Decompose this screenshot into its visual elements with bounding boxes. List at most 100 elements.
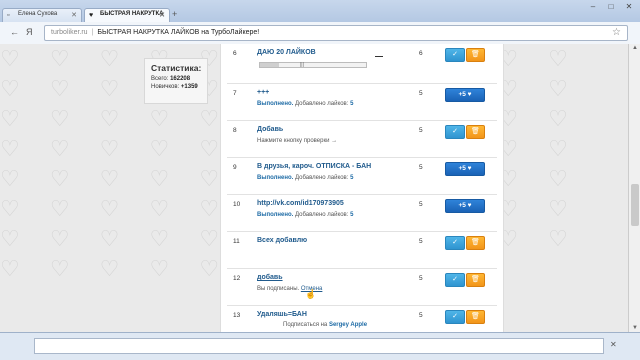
delete-button[interactable]: 🗑 [466,310,485,324]
task-title[interactable]: +++ [257,89,269,96]
task-number: 12 [233,275,241,282]
tab-turboliker[interactable]: ♥ БЫСТРАЯ НАКРУТКА ✕ [84,8,170,22]
toolbar: ← Я turboliker.ru | БЫСТРАЯ НАКРУТКА ЛАЙКО… [0,22,640,44]
hand-cursor-icon: ☝ [305,289,317,299]
delete-button[interactable]: 🗑 [466,273,485,287]
progress-grip-icon[interactable]: ||| [300,62,304,68]
task-number: 6 [233,50,237,57]
trash-icon: 🗑 [471,239,480,246]
task-count: 5 [419,164,423,171]
status-text: Выполнено. [257,212,294,218]
task-count: 5 [419,312,423,319]
check-button[interactable]: ✓ [445,48,465,62]
subscribe-name-link[interactable]: Sergey Apple [329,322,367,328]
window-controls: – □ ✕ [586,2,636,13]
check-button[interactable]: ✓ [445,125,465,139]
task-row: 13 Удаляшь=БАН Подписаться на Sergey App… [227,306,497,332]
star-icon[interactable]: ☆ [612,27,621,38]
check-icon: ✓ [452,128,458,135]
url-text: turboliker.ru [51,29,88,36]
added-value: 5 [350,175,354,181]
bottom-input[interactable] [34,338,604,354]
delete-button[interactable]: 🗑 [466,125,485,139]
close-window-button[interactable]: ✕ [622,2,636,13]
task-subscribe: Подписаться на Sergey Apple [283,322,367,328]
check-icon: ✓ [452,239,458,246]
task-row: 12 добавь Вы подписаны. Отмена ☝ 5 ✓ 🗑 [227,269,497,306]
heart-icon: ♥ [89,12,94,19]
trash-icon: 🗑 [471,51,480,58]
task-title[interactable]: В друзья, кароч. ОТПИСКА - БАН [257,163,371,170]
check-icon: ✓ [452,313,458,320]
subscribe-label: Подписаться на [283,322,328,328]
added-label: Добавлено лайков: [295,101,349,107]
task-number: 7 [233,90,237,97]
separator: | [91,29,94,36]
task-count: 5 [419,127,423,134]
task-title[interactable]: добавь [257,274,283,281]
task-count: 5 [419,238,423,245]
page-icon: ▫ [7,12,10,19]
like-button[interactable]: +5 ♥ [445,162,485,176]
task-number: 10 [233,201,241,208]
task-row: 11 Всех добавлю 5 ✓ 🗑 [227,232,497,269]
task-count: 5 [419,201,423,208]
scrollbar-thumb[interactable] [631,184,639,226]
task-row: 9 В друзья, кароч. ОТПИСКА - БАН Выполне… [227,158,497,195]
status-text: Выполнено. [257,175,294,181]
new-tab-button[interactable]: + [172,9,177,19]
stats-new-value: +1359 [180,84,198,90]
minimize-button[interactable]: – [586,2,600,13]
added-value: 5 [350,212,354,218]
check-icon: ✓ [452,51,458,58]
task-number: 9 [233,164,237,171]
close-icon[interactable]: ✕ [71,11,77,19]
task-status: Выполнено. Добавлено лайков: 5 [257,212,353,218]
tab-label: Елена Сухова [18,11,58,17]
page-viewport: ♡ ♡ ♡ ♡ ♡ ♡ ♡ ♡ ♡ ♡ ♡ ♡ ♡ ♡ ♡ ♡ ♡ ♡ ♡ ♡ … [0,44,628,332]
tab-label: БЫСТРАЯ НАКРУТКА [100,11,164,17]
stats-total-value: 162208 [170,76,191,82]
task-title[interactable]: Всех добавлю [257,237,307,244]
task-title[interactable]: Добавь [257,126,283,133]
yandex-icon[interactable]: Я [26,27,33,37]
stats-total-label: Всего: [151,76,169,82]
delete-button[interactable]: 🗑 [466,48,485,62]
added-label: Добавлено лайков: [295,175,349,181]
close-icon[interactable]: ✕ [159,11,165,19]
task-count: 5 [419,275,423,282]
trash-icon: 🗑 [471,276,480,283]
stats-new: Новичков: +1359 [151,83,201,91]
added-label: Добавлено лайков: [295,212,349,218]
task-title[interactable]: ДАЮ 20 ЛАЙКОВ [257,49,316,56]
address-bar[interactable]: turboliker.ru | БЫСТРАЯ НАКРУТКА ЛАЙКОВ на… [44,25,628,41]
maximize-button[interactable]: □ [604,2,618,13]
task-status: Выполнено. Добавлено лайков: 5 [257,175,353,181]
task-status: Выполнено. Добавлено лайков: 5 [257,101,353,107]
task-title[interactable]: Удаляшь=БАН [257,311,307,318]
browser-chrome: ▫ Елена Сухова ✕ ♥ БЫСТРАЯ НАКРУТКА ✕ + … [0,0,640,44]
bottom-bar: ✕ [0,332,640,360]
tab-strip: ▫ Елена Сухова ✕ ♥ БЫСТРАЯ НАКРУТКА ✕ + … [0,0,640,22]
scroll-down-icon[interactable]: ▼ [632,325,638,331]
task-title[interactable]: http://vk.com/id170973905 [257,200,344,207]
vertical-scrollbar[interactable]: ▲ ▼ [628,44,640,332]
close-icon[interactable]: ✕ [610,340,617,349]
added-value: 5 [350,101,354,107]
task-count: 5 [419,90,423,97]
task-row: 6 ДАЮ 20 ЛАЙКОВ ||| 6 ✓ 🗑 [227,44,497,84]
tab-elena[interactable]: ▫ Елена Сухова ✕ [2,8,82,22]
stats-new-label: Новичков: [151,84,180,90]
check-button[interactable]: ✓ [445,236,465,250]
check-button[interactable]: ✓ [445,310,465,324]
task-hint: Нажмите кнопку проверки → [257,138,338,144]
check-button[interactable]: ✓ [445,273,465,287]
divider [375,56,383,57]
scroll-up-icon[interactable]: ▲ [632,45,638,51]
like-button[interactable]: +5 ♥ [445,199,485,213]
back-arrow-icon[interactable]: ← [10,27,19,37]
delete-button[interactable]: 🗑 [466,236,485,250]
like-button[interactable]: +5 ♥ [445,88,485,102]
stats-total: Всего: 162208 [151,75,201,83]
task-list: 6 ДАЮ 20 ЛАЙКОВ ||| 6 ✓ 🗑 7 +++ Выполнен… [220,44,504,332]
